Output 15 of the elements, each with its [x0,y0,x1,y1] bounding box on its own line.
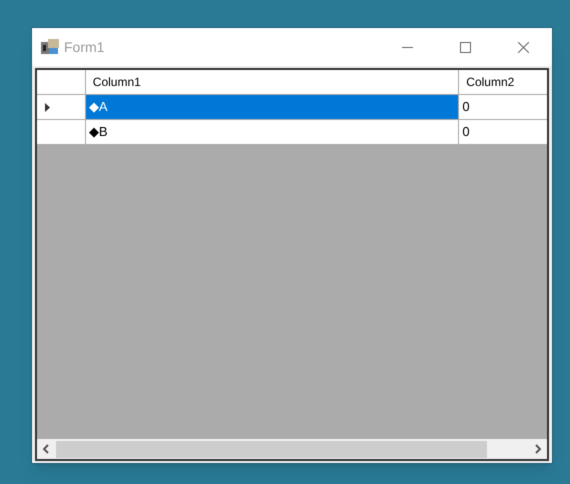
close-icon [518,42,528,52]
maximize-icon [460,42,470,52]
column-header[interactable]: Column1 [86,70,460,94]
scrollbar-thumb[interactable] [56,440,487,458]
table-cell[interactable]: 0 [459,95,547,119]
horizontal-scrollbar[interactable] [37,439,547,459]
app-icon [41,39,59,55]
table-cell[interactable]: ◆A [86,95,460,119]
scroll-right-icon[interactable] [534,444,541,454]
window-title: Form1 [64,38,104,56]
column-header[interactable]: Column2 [459,70,547,94]
table-cell[interactable]: 0 [459,120,547,144]
current-row-icon [45,102,50,112]
scroll-left-icon[interactable] [43,444,50,454]
minimize-icon [402,46,412,48]
